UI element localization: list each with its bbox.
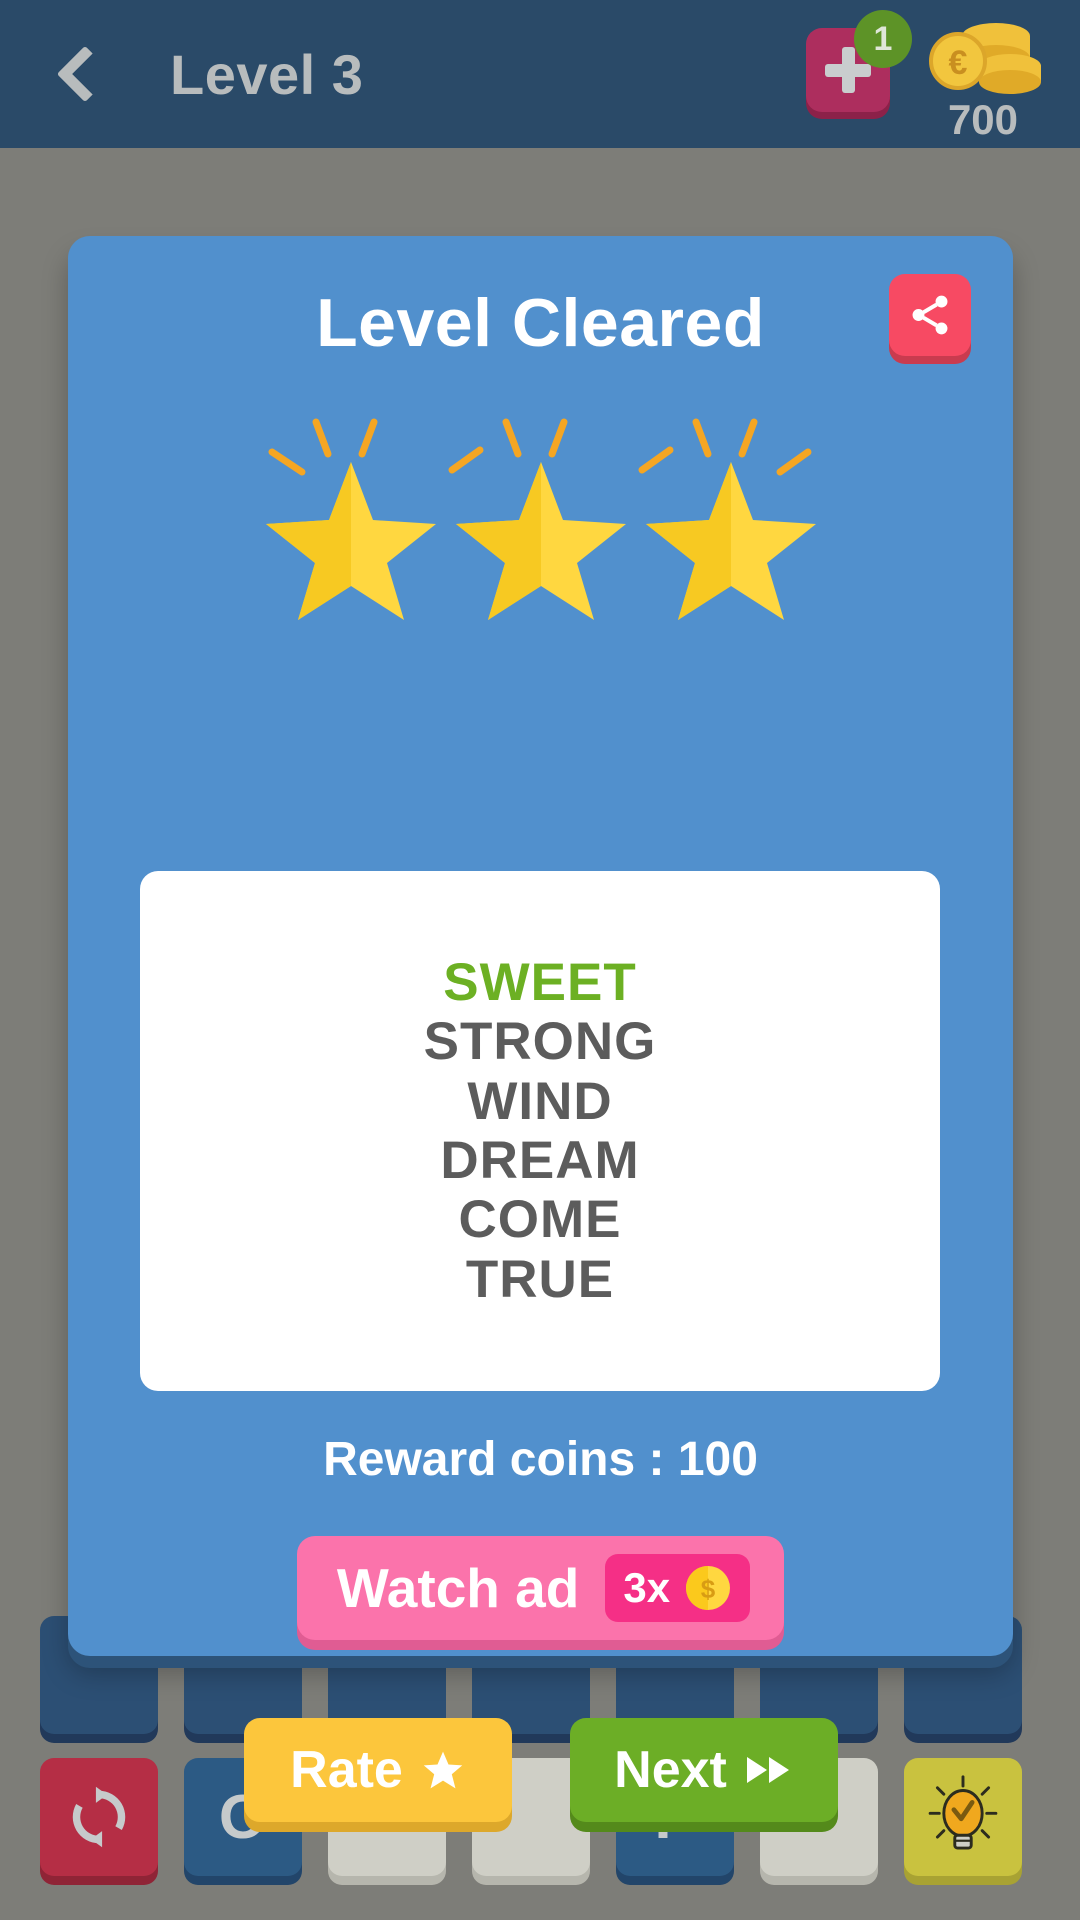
star-2 — [446, 410, 636, 620]
next-button-label: Next — [614, 1741, 727, 1799]
page-title: Level 3 — [170, 42, 364, 106]
svg-text:€: € — [949, 44, 968, 82]
star-icon — [423, 1751, 463, 1789]
word-item: STRONG — [423, 1012, 657, 1072]
star-1 — [256, 410, 446, 620]
add-button-badge: 1 — [854, 10, 912, 68]
dialog-actions: Rate Next — [68, 1718, 1013, 1822]
app-header: Level 3 1 € 700 — [0, 0, 1080, 148]
watch-ad-row: Watch ad 3x $ — [68, 1536, 1013, 1640]
fast-forward-icon — [746, 1757, 789, 1783]
watch-ad-label: Watch ad — [336, 1557, 580, 1619]
next-button[interactable]: Next — [569, 1718, 838, 1822]
word-item: TRUE — [465, 1249, 615, 1309]
watch-ad-multiplier: 3x — [623, 1564, 671, 1611]
word-item: SWEET — [443, 952, 637, 1012]
word-list-panel: SWEET STRONG WIND DREAM COME TRUE — [140, 871, 940, 1391]
word-item: COME — [458, 1190, 622, 1250]
level-cleared-dialog: Level Cleared SWEET STRONG WIND DREAM CO… — [68, 236, 1013, 1822]
share-icon — [912, 295, 948, 335]
rate-button-label: Rate — [290, 1741, 403, 1799]
coin-amount: 700 — [947, 96, 1019, 143]
coin-counter[interactable]: € 700 — [924, 16, 1042, 144]
reward-coins-label: Reward coins : 100 — [323, 1433, 758, 1486]
back-button[interactable] — [30, 19, 140, 129]
word-item: WIND — [467, 1071, 613, 1131]
word-item: DREAM — [440, 1131, 640, 1190]
dollar-coin-icon: $ — [686, 1566, 731, 1610]
add-button[interactable]: 1 — [806, 10, 912, 112]
header-right-group: 1 € 700 — [806, 0, 1080, 148]
star-rating — [68, 410, 1013, 620]
star-3 — [636, 410, 826, 620]
rate-button[interactable]: Rate — [243, 1718, 512, 1822]
euro-coins-icon: € — [929, 23, 1041, 94]
svg-text:$: $ — [701, 1574, 716, 1604]
chevron-left-icon — [56, 45, 114, 103]
share-button[interactable] — [889, 274, 971, 356]
watch-ad-button[interactable]: Watch ad 3x $ — [296, 1536, 785, 1640]
watch-ad-multiplier-badge: 3x $ — [605, 1554, 751, 1622]
dialog-title: Level Cleared — [316, 285, 765, 361]
